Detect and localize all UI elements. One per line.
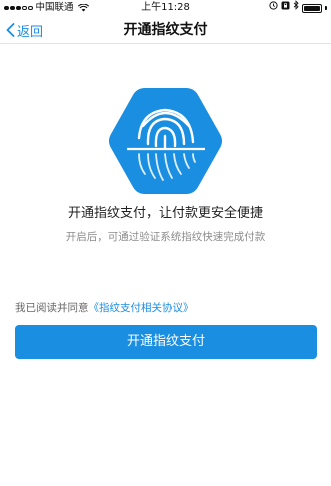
navigation-bar: 返回 开通指纹支付 (0, 16, 331, 44)
agreement-text: 我已阅读并同意《指纹支付相关协议》 (15, 300, 194, 315)
status-right (269, 0, 327, 16)
agreement-prefix: 我已阅读并同意 (15, 302, 89, 314)
enable-fingerprint-payment-button[interactable]: 开通指纹支付 (15, 325, 317, 359)
fingerprint-hero (105, 86, 226, 196)
alarm-icon (269, 0, 278, 16)
agreement-link[interactable]: 《指纹支付相关协议》 (89, 302, 194, 314)
status-bar: 中国联通 上午11:28 (0, 0, 331, 16)
subline: 开启后，可通过验证系统指纹快速完成付款 (65, 231, 266, 243)
battery-icon (302, 3, 322, 13)
headline: 开通指纹支付，让付款更安全便捷 (67, 206, 263, 221)
orientation-lock-icon (281, 0, 290, 16)
page-title: 开通指纹支付 (123, 22, 208, 38)
bluetooth-icon (293, 0, 299, 16)
fingerprint-icon (109, 88, 222, 194)
